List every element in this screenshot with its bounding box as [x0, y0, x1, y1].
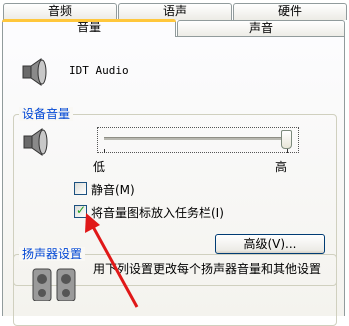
tab-voice-label: 语声: [162, 4, 187, 18]
tab-hardware-label: 硬件: [277, 4, 302, 18]
tab-sounds-label: 声音: [248, 21, 273, 35]
tab-audio-label: 音频: [47, 4, 72, 18]
tab-voice[interactable]: 语声: [118, 3, 232, 20]
tab-audio[interactable]: 音频: [3, 3, 117, 20]
tab-hardware[interactable]: 硬件: [233, 3, 347, 20]
tab-sounds[interactable]: 声音: [177, 20, 345, 37]
tab-panel-volume: IDT Audio 设备音量 低 高 静音(M) ✓ 将音量图标放入任务栏(I)…: [2, 36, 345, 326]
annotation-arrow: [85, 213, 139, 308]
tab-volume[interactable]: 音量: [2, 19, 176, 37]
tab-volume-label: 音量: [76, 20, 101, 34]
